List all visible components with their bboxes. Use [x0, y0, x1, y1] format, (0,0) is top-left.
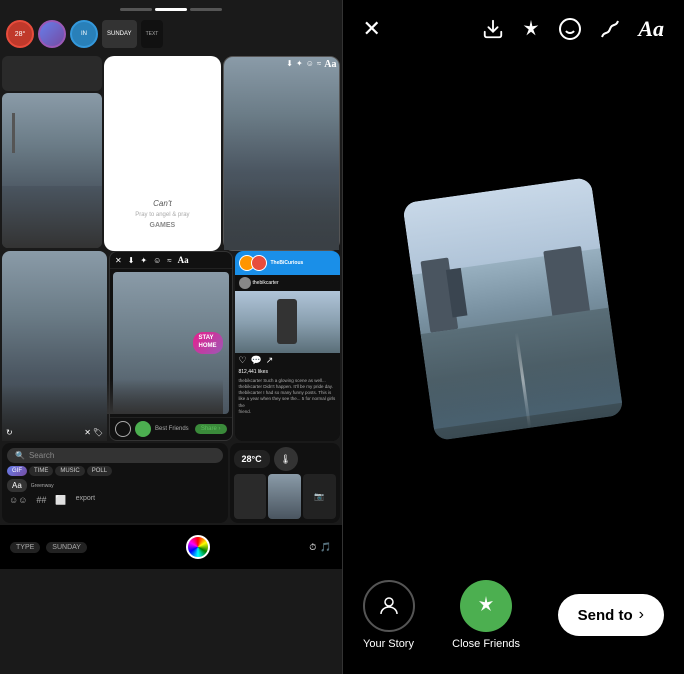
close-button[interactable]: ✕ [363, 16, 381, 42]
story-photo-card [402, 177, 624, 441]
edit-icon-download[interactable]: ⬇ [286, 59, 293, 70]
close-friends-label: Close Friends [452, 638, 520, 650]
canvas-tool-aa[interactable]: Aa [178, 255, 189, 265]
sticker-time[interactable]: TIME [29, 466, 53, 476]
send-to-text: Send to [578, 607, 633, 624]
edit-icon-aa[interactable]: Aa [324, 59, 336, 70]
story-icon-sm [115, 421, 131, 437]
draw-button[interactable] [598, 17, 622, 41]
color-wheel[interactable] [186, 535, 210, 559]
sticker-gif[interactable]: GIF [7, 466, 27, 476]
nav-dot-1 [120, 8, 152, 11]
your-story-option[interactable]: Your Story [363, 580, 415, 650]
comment-icon[interactable]: 💬 [251, 355, 262, 366]
bottom-tools: ⏱ 🎵 [309, 542, 331, 553]
camera-btn[interactable]: 📷 [303, 474, 336, 519]
post-person [277, 299, 297, 344]
canvas-tool-face[interactable]: ☺ [153, 256, 161, 265]
edit-main-canvas[interactable]: ✕ ⬇ ✦ ☺ ≈ Aa STAYHOME Best Friends Share… [109, 251, 233, 441]
send-to-button[interactable]: Send to › [558, 594, 664, 636]
instagram-post-card: TheBiCurious thebikcarter ♡ 💬 ↗ 812,441 … [235, 251, 340, 441]
story-canvas [343, 50, 684, 568]
post-username: thebikcarter [253, 280, 279, 286]
your-story-circle [363, 580, 415, 632]
toolbar-right-icons: Aa [482, 16, 664, 42]
send-chevron-icon: › [639, 606, 644, 624]
edit-icon-sparkle[interactable]: ✦ [296, 59, 303, 70]
sticker-button[interactable] [558, 17, 582, 41]
post-avatar-2 [251, 255, 267, 271]
canvas-tool-close[interactable]: ✕ [115, 256, 122, 265]
sticker-poll[interactable]: POLL [87, 466, 112, 476]
canvas-tool-draw[interactable]: ≈ [167, 256, 171, 265]
thumb-mini-top[interactable] [2, 56, 102, 91]
temp-badge: 28°C [234, 450, 270, 468]
right-tools-area: 28°C 🌡 📷 [230, 443, 340, 523]
right-toolbar: ✕ [343, 0, 684, 50]
avatar-sticker-1: 28° [6, 20, 34, 48]
thumb-road-main[interactable]: ⬇ ✦ ☺ ≈ Aa [223, 56, 340, 251]
thumb-road-left[interactable] [2, 93, 102, 248]
friends-icon-sm [135, 421, 151, 437]
bottom-label-type: TYPE [10, 542, 40, 553]
tool-menu[interactable]: ⬜ [55, 495, 66, 506]
post-caption: thebikcarter Such a glowing scene as wel… [235, 376, 340, 442]
temp-icon: 🌡 [274, 447, 298, 471]
canvas-tool-download[interactable]: ⬇ [128, 256, 135, 265]
stay-home-sticker: STAYHOME [193, 332, 223, 354]
avatar-sticker-3: IN [70, 20, 98, 48]
post-user-avatar [239, 277, 251, 289]
tool-layer[interactable]: export [76, 495, 95, 506]
search-icon: 🔍 [15, 451, 25, 460]
sticker-aa[interactable]: Aa [7, 479, 27, 492]
tool-timer[interactable]: ⏱ [309, 542, 316, 553]
post-header-text: TheBiCurious [271, 260, 304, 266]
search-placeholder: Search [29, 451, 54, 460]
sticker-aa-label: Greenway [29, 479, 54, 492]
edit-left-preview[interactable]: ↻ 🏷 ✕ [2, 251, 107, 441]
post-image [235, 291, 340, 353]
nav-dot-3 [190, 8, 222, 11]
left-panel: 28° IN SUNDAY TEXT Can't Pray to angel &… [0, 0, 342, 674]
left-bottom-bar: TYPE SUNDAY ⏱ 🎵 [0, 525, 342, 569]
sticker-music[interactable]: MUSIC [55, 466, 84, 476]
right-panel: ✕ [343, 0, 684, 674]
camera-thumb-2[interactable] [268, 474, 301, 519]
tool-audio[interactable]: 🎵 [320, 542, 331, 553]
edit-icon-face[interactable]: ☺ [306, 59, 314, 70]
add-element-button[interactable] [520, 18, 542, 40]
close-friends-option[interactable]: Close Friends [452, 580, 520, 650]
your-story-label: Your Story [363, 638, 414, 650]
share-btn-sm[interactable]: Share › [195, 424, 227, 434]
sticker-tools-panel: 🔍 Search GIF TIME MUSIC POLL Aa Greenway… [2, 443, 228, 523]
close-friends-circle [460, 580, 512, 632]
photo-card-inner [402, 177, 624, 441]
nav-dots [120, 8, 222, 11]
white-card-text: Can't Pray to angel & pray GAMES [135, 198, 189, 231]
nav-dot-2 [155, 8, 187, 11]
post-actions: ♡ 💬 ↗ [235, 353, 340, 368]
like-icon[interactable]: ♡ [239, 355, 247, 366]
tool-hash[interactable]: ## [36, 495, 46, 506]
avatar-sticker-2 [38, 20, 66, 48]
text-sticker: TEXT [141, 20, 164, 48]
edit-icon-draw[interactable]: ≈ [317, 59, 321, 70]
sticker-search[interactable]: 🔍 Search [7, 448, 223, 463]
share-bar: Your Story Close Friends Send to › [343, 568, 684, 674]
share-icon[interactable]: ↗ [266, 355, 274, 366]
sunday-badge: SUNDAY [102, 20, 137, 48]
canvas-tool-sparkle[interactable]: ✦ [140, 256, 147, 265]
likes-count: 812,441 likes [235, 368, 340, 376]
camera-thumb-1[interactable] [234, 474, 267, 519]
white-card-thumb[interactable]: Can't Pray to angel & pray GAMES [104, 56, 221, 251]
text-button[interactable]: Aa [638, 16, 664, 42]
share-label: Best Friends [155, 426, 191, 432]
tool-smiley[interactable]: ☺☺ [9, 495, 27, 506]
download-button[interactable] [482, 18, 504, 40]
bottom-label-sunday: SUNDAY [46, 542, 87, 553]
